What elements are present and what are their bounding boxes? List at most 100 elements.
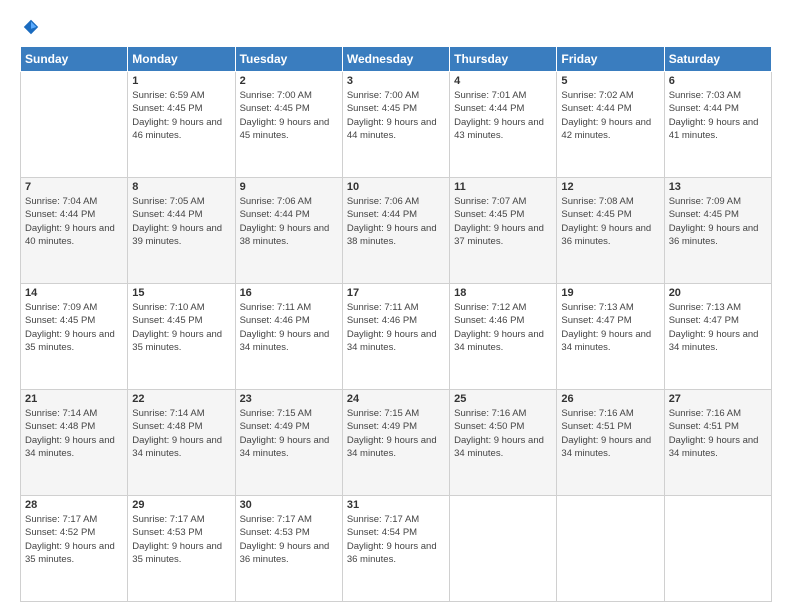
calendar-cell: 20Sunrise: 7:13 AMSunset: 4:47 PMDayligh…: [664, 284, 771, 390]
day-info: Sunrise: 7:02 AMSunset: 4:44 PMDaylight:…: [561, 89, 659, 142]
day-info: Sunrise: 7:13 AMSunset: 4:47 PMDaylight:…: [669, 301, 767, 354]
logo: [20, 18, 40, 36]
day-info: Sunrise: 7:16 AMSunset: 4:50 PMDaylight:…: [454, 407, 552, 460]
day-number: 30: [240, 499, 338, 511]
day-info: Sunrise: 7:17 AMSunset: 4:52 PMDaylight:…: [25, 513, 123, 566]
day-info: Sunrise: 7:17 AMSunset: 4:53 PMDaylight:…: [132, 513, 230, 566]
day-number: 25: [454, 393, 552, 405]
day-number: 10: [347, 181, 445, 193]
day-info: Sunrise: 7:17 AMSunset: 4:53 PMDaylight:…: [240, 513, 338, 566]
day-number: 31: [347, 499, 445, 511]
calendar-cell: 19 Sunrise: 7:13 AMSunset: 4:47 PMDayligh…: [557, 284, 664, 390]
calendar-cell: 2 Sunrise: 7:00 AMSunset: 4:45 PMDaylight…: [235, 72, 342, 178]
calendar-cell: 31 Sunrise: 7:17 AMSunset: 4:54 PMDayligh…: [342, 496, 449, 602]
day-number: 3: [347, 75, 445, 87]
calendar-cell: 16Sunrise: 7:11 AMSunset: 4:46 PMDayligh…: [235, 284, 342, 390]
day-info: Sunrise: 7:09 AMSunset: 4:45 PMDaylight:…: [669, 195, 767, 248]
calendar-cell: [21, 72, 128, 178]
calendar-cell: 13 Sunrise: 7:09 AMSunset: 4:45 PMDayligh…: [664, 178, 771, 284]
day-number: 13: [669, 181, 767, 193]
calendar-cell: 17 Sunrise: 7:11 AMSunset: 4:46 PMDayligh…: [342, 284, 449, 390]
day-info: Sunrise: 7:12 AMSunset: 4:46 PMDaylight:…: [454, 301, 552, 354]
day-info: Sunrise: 7:09 AMSunset: 4:45 PMDaylight:…: [25, 301, 123, 354]
day-info: Sunrise: 7:16 AMSunset: 4:51 PMDaylight:…: [561, 407, 659, 460]
calendar-cell: 12 Sunrise: 7:08 AMSunset: 4:45 PMDayligh…: [557, 178, 664, 284]
calendar-cell: 5 Sunrise: 7:02 AMSunset: 4:44 PMDaylight…: [557, 72, 664, 178]
weekday-header-row: SundayMondayTuesdayWednesdayThursdayFrid…: [21, 47, 772, 72]
day-number: 12: [561, 181, 659, 193]
weekday-header: Thursday: [450, 47, 557, 72]
day-info: Sunrise: 7:17 AMSunset: 4:54 PMDaylight:…: [347, 513, 445, 566]
calendar-cell: 26 Sunrise: 7:16 AMSunset: 4:51 PMDayligh…: [557, 390, 664, 496]
day-number: 8: [132, 181, 230, 193]
day-number: 1: [132, 75, 230, 87]
calendar-cell: 15Sunrise: 7:10 AMSunset: 4:45 PMDayligh…: [128, 284, 235, 390]
calendar-cell: 3Sunrise: 7:00 AMSunset: 4:45 PMDaylight…: [342, 72, 449, 178]
logo-text: [20, 18, 40, 36]
weekday-header: Saturday: [664, 47, 771, 72]
calendar-cell: [557, 496, 664, 602]
day-number: 15: [132, 287, 230, 299]
calendar-cell: 6 Sunrise: 7:03 AMSunset: 4:44 PMDaylight…: [664, 72, 771, 178]
day-info: Sunrise: 6:59 AMSunset: 4:45 PMDaylight:…: [132, 89, 230, 142]
calendar-cell: 29Sunrise: 7:17 AMSunset: 4:53 PMDayligh…: [128, 496, 235, 602]
day-number: 6: [669, 75, 767, 87]
day-number: 16: [240, 287, 338, 299]
weekday-header: Wednesday: [342, 47, 449, 72]
calendar-cell: 1 Sunrise: 6:59 AMSunset: 4:45 PMDaylight…: [128, 72, 235, 178]
calendar: SundayMondayTuesdayWednesdayThursdayFrid…: [20, 46, 772, 602]
calendar-cell: 24 Sunrise: 7:15 AMSunset: 4:49 PMDayligh…: [342, 390, 449, 496]
header: [20, 18, 772, 36]
calendar-cell: 4Sunrise: 7:01 AMSunset: 4:44 PMDaylight…: [450, 72, 557, 178]
day-number: 26: [561, 393, 659, 405]
calendar-cell: 11Sunrise: 7:07 AMSunset: 4:45 PMDayligh…: [450, 178, 557, 284]
calendar-cell: [450, 496, 557, 602]
day-info: Sunrise: 7:04 AMSunset: 4:44 PMDaylight:…: [25, 195, 123, 248]
page: SundayMondayTuesdayWednesdayThursdayFrid…: [0, 0, 792, 612]
day-number: 7: [25, 181, 123, 193]
calendar-cell: 22Sunrise: 7:14 AMSunset: 4:48 PMDayligh…: [128, 390, 235, 496]
day-info: Sunrise: 7:03 AMSunset: 4:44 PMDaylight:…: [669, 89, 767, 142]
calendar-week-row: 21 Sunrise: 7:14 AMSunset: 4:48 PMDayligh…: [21, 390, 772, 496]
day-number: 24: [347, 393, 445, 405]
logo-icon: [22, 18, 40, 36]
calendar-week-row: 1 Sunrise: 6:59 AMSunset: 4:45 PMDaylight…: [21, 72, 772, 178]
day-number: 23: [240, 393, 338, 405]
calendar-cell: 27Sunrise: 7:16 AMSunset: 4:51 PMDayligh…: [664, 390, 771, 496]
day-number: 21: [25, 393, 123, 405]
calendar-cell: 23 Sunrise: 7:15 AMSunset: 4:49 PMDayligh…: [235, 390, 342, 496]
calendar-cell: 7 Sunrise: 7:04 AMSunset: 4:44 PMDaylight…: [21, 178, 128, 284]
calendar-week-row: 7 Sunrise: 7:04 AMSunset: 4:44 PMDaylight…: [21, 178, 772, 284]
day-info: Sunrise: 7:08 AMSunset: 4:45 PMDaylight:…: [561, 195, 659, 248]
calendar-cell: 8 Sunrise: 7:05 AMSunset: 4:44 PMDaylight…: [128, 178, 235, 284]
day-number: 5: [561, 75, 659, 87]
calendar-cell: 25 Sunrise: 7:16 AMSunset: 4:50 PMDayligh…: [450, 390, 557, 496]
day-number: 19: [561, 287, 659, 299]
day-info: Sunrise: 7:05 AMSunset: 4:44 PMDaylight:…: [132, 195, 230, 248]
calendar-cell: 18 Sunrise: 7:12 AMSunset: 4:46 PMDayligh…: [450, 284, 557, 390]
day-info: Sunrise: 7:06 AMSunset: 4:44 PMDaylight:…: [240, 195, 338, 248]
day-info: Sunrise: 7:15 AMSunset: 4:49 PMDaylight:…: [347, 407, 445, 460]
day-info: Sunrise: 7:14 AMSunset: 4:48 PMDaylight:…: [25, 407, 123, 460]
day-number: 18: [454, 287, 552, 299]
calendar-cell: 14 Sunrise: 7:09 AMSunset: 4:45 PMDayligh…: [21, 284, 128, 390]
weekday-header: Tuesday: [235, 47, 342, 72]
day-number: 2: [240, 75, 338, 87]
weekday-header: Sunday: [21, 47, 128, 72]
day-number: 28: [25, 499, 123, 511]
calendar-cell: [664, 496, 771, 602]
day-info: Sunrise: 7:15 AMSunset: 4:49 PMDaylight:…: [240, 407, 338, 460]
calendar-cell: 10Sunrise: 7:06 AMSunset: 4:44 PMDayligh…: [342, 178, 449, 284]
calendar-cell: 30 Sunrise: 7:17 AMSunset: 4:53 PMDayligh…: [235, 496, 342, 602]
calendar-cell: 9 Sunrise: 7:06 AMSunset: 4:44 PMDaylight…: [235, 178, 342, 284]
day-info: Sunrise: 7:16 AMSunset: 4:51 PMDaylight:…: [669, 407, 767, 460]
day-info: Sunrise: 7:00 AMSunset: 4:45 PMDaylight:…: [240, 89, 338, 142]
day-number: 22: [132, 393, 230, 405]
day-number: 9: [240, 181, 338, 193]
calendar-cell: 21 Sunrise: 7:14 AMSunset: 4:48 PMDayligh…: [21, 390, 128, 496]
calendar-week-row: 28 Sunrise: 7:17 AMSunset: 4:52 PMDayligh…: [21, 496, 772, 602]
day-number: 14: [25, 287, 123, 299]
day-number: 17: [347, 287, 445, 299]
day-info: Sunrise: 7:11 AMSunset: 4:46 PMDaylight:…: [347, 301, 445, 354]
day-info: Sunrise: 7:13 AMSunset: 4:47 PMDaylight:…: [561, 301, 659, 354]
